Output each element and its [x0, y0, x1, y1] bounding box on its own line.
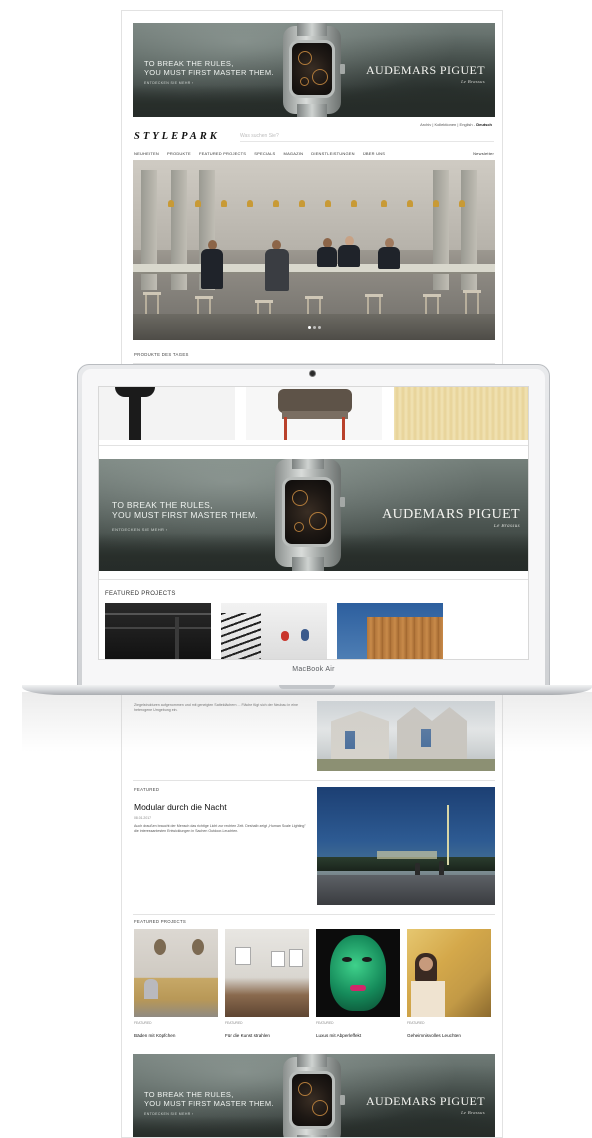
nav-item-ueber-uns[interactable]: ÜBER UNS [363, 151, 385, 156]
project-photo[interactable] [337, 603, 443, 659]
ad-headline: TO BREAK THE RULES, YOU MUST FIRST MASTER… [144, 59, 274, 77]
project-card-title[interactable]: Für die Kunst strahlen [225, 1033, 270, 1038]
project-card-title[interactable]: Geheimnisvolles Leuchten [407, 1033, 461, 1038]
main-nav: NEUHEITEN PRODUKTE FEATURED PROJECTS SPE… [134, 151, 494, 159]
featured-article-date: 08.01.2017 [134, 816, 151, 820]
nav-item-produkte[interactable]: PRODUKTE [167, 151, 191, 156]
divider [133, 914, 495, 915]
product-tile[interactable] [394, 387, 528, 440]
divider [99, 445, 528, 446]
section-featured-projects: FEATURED PROJECTS [134, 919, 187, 924]
laptop-model-label: MacBook Air [292, 666, 335, 673]
laptop-reflection [22, 692, 592, 752]
ad-brand-logo: AUDEMARS PIGUET Le Brassus [365, 1094, 485, 1115]
nav-item-featured-projects[interactable]: FEATURED PROJECTS [199, 151, 246, 156]
language-bar[interactable]: Archiv | Kollektionen | English - Deutsc… [420, 122, 492, 127]
section-featured: FEATURED [134, 787, 160, 792]
project-card-image [316, 929, 400, 1017]
nav-item-magazin[interactable]: MAGAZIN [284, 151, 304, 156]
section-products-today: PRODUKTE DES TAGES [134, 352, 189, 357]
hero-slider[interactable] [133, 160, 495, 340]
laptop-screen: TO BREAK THE RULES, YOU MUST FIRST MASTER… [98, 386, 529, 660]
camera-icon [310, 371, 315, 376]
project-card-image [225, 929, 309, 1017]
ad-cta[interactable]: ENTDECKEN SIE MEHR › [144, 1112, 194, 1116]
watch-image [275, 459, 345, 571]
project-card-kicker: FEATURED [316, 1021, 334, 1025]
ad-cta[interactable]: ENTDECKEN SIE MEHR › [144, 81, 194, 85]
nav-item-neuheiten[interactable]: NEUHEITEN [134, 151, 159, 156]
project-card-kicker: FEATURED [134, 1021, 152, 1025]
project-photo[interactable] [221, 603, 327, 659]
slider-dots[interactable] [308, 316, 323, 334]
laptop-base [22, 685, 592, 695]
project-card-title[interactable]: Luxus mit Abperleffekt [316, 1033, 361, 1038]
project-card[interactable]: FEATURED Für die Kunst strahlen [225, 929, 309, 1038]
site-logo[interactable]: STYLEPARK [134, 131, 220, 142]
laptop-notch [279, 685, 335, 689]
project-card[interactable]: FEATURED Luxus mit Abperleffekt [316, 929, 400, 1038]
project-card[interactable]: FEATURED Geheimnisvolles Leuchten [407, 929, 491, 1038]
watch-image [283, 1054, 345, 1137]
project-card[interactable]: FEATURED Bäden mit Köpfchen [134, 929, 218, 1038]
featured-article-photo[interactable] [317, 787, 495, 905]
product-tile[interactable] [246, 387, 382, 440]
divider [133, 780, 495, 781]
nav-item-specials[interactable]: SPECIALS [254, 151, 275, 156]
divider [99, 579, 528, 580]
watch-image [283, 23, 345, 117]
nav-item-dienstleistungen[interactable]: DIENSTLEISTUNGEN [311, 151, 354, 156]
ad-brand-logo: AUDEMARS PIGUET Le Brassus [365, 63, 485, 84]
ad-cta[interactable]: ENTDECKEN SIE MEHR › [112, 527, 168, 532]
project-card-kicker: FEATURED [225, 1021, 243, 1025]
search-input[interactable]: Was suchen Sie? [240, 133, 494, 142]
project-photo[interactable] [105, 603, 211, 659]
newsletter-link[interactable]: Newsletter [473, 151, 494, 156]
project-card-title[interactable]: Bäden mit Köpfchen [134, 1033, 175, 1038]
ad-brand-logo: AUDEMARS PIGUET Le Brassus [382, 507, 520, 529]
ad-headline: TO BREAK THE RULES, YOU MUST FIRST MASTER… [144, 1090, 274, 1108]
ad-banner-screen[interactable]: TO BREAK THE RULES, YOU MUST FIRST MASTER… [99, 459, 528, 571]
project-card-kicker: FEATURED [407, 1021, 425, 1025]
section-featured-projects: FEATURED PROJECTS [105, 591, 176, 597]
laptop-lid: TO BREAK THE RULES, YOU MUST FIRST MASTER… [77, 364, 550, 686]
stage: TO BREAK THE RULES, YOU MUST FIRST MASTER… [0, 0, 592, 1138]
ad-headline: TO BREAK THE RULES, YOU MUST FIRST MASTER… [112, 500, 259, 520]
featured-article-text: Auch draußen braucht der Mensch das rich… [134, 824, 306, 833]
featured-article-title[interactable]: Modular durch die Nacht [134, 802, 227, 812]
ad-banner-bottom[interactable]: TO BREAK THE RULES, YOU MUST FIRST MASTER… [133, 1054, 495, 1137]
product-tile[interactable] [99, 387, 235, 440]
ad-banner-top[interactable]: TO BREAK THE RULES, YOU MUST FIRST MASTER… [133, 23, 495, 117]
project-card-image [134, 929, 218, 1017]
project-card-image [407, 929, 491, 1017]
